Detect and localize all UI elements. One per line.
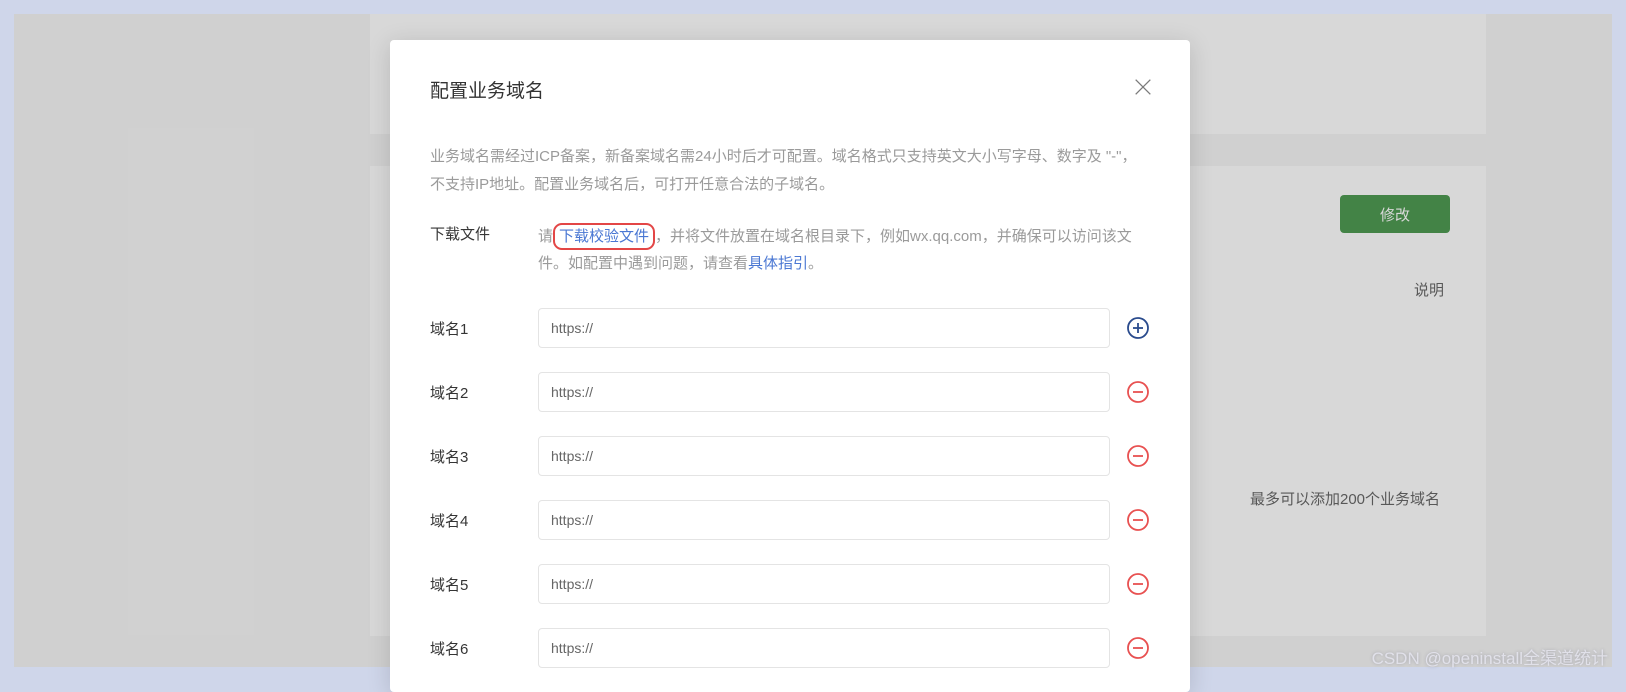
domain-row: 域名5 xyxy=(430,564,1150,604)
remove-domain-icon[interactable] xyxy=(1126,508,1150,532)
domain-input-wrap xyxy=(538,372,1150,412)
domain-input-wrap xyxy=(538,500,1150,540)
download-row: 下载文件 请下载校验文件，并将文件放置在域名根目录下，例如wx.qq.com，并… xyxy=(430,223,1150,279)
max-domain-note: 最多可以添加200个业务域名 xyxy=(1250,488,1440,509)
domain-row: 域名1 xyxy=(430,308,1150,348)
remove-domain-icon[interactable] xyxy=(1126,444,1150,468)
domain-input[interactable] xyxy=(538,436,1110,476)
remove-domain-icon[interactable] xyxy=(1126,636,1150,660)
domain-input[interactable] xyxy=(538,628,1110,668)
domain-input-wrap xyxy=(538,436,1150,476)
desc-label: 说明 xyxy=(1414,279,1444,300)
domain-row: 域名6 xyxy=(430,628,1150,668)
domain-input-wrap xyxy=(538,628,1150,668)
domain-label: 域名4 xyxy=(430,510,538,531)
domain-input-wrap xyxy=(538,308,1150,348)
domain-input-wrap xyxy=(538,564,1150,604)
domain-row: 域名3 xyxy=(430,436,1150,476)
domain-row: 域名4 xyxy=(430,500,1150,540)
download-label: 下载文件 xyxy=(430,223,538,279)
config-domain-modal: 配置业务域名 业务域名需经过ICP备案，新备案域名需24小时后才可配置。域名格式… xyxy=(390,40,1190,692)
domain-label: 域名6 xyxy=(430,638,538,659)
modify-button[interactable]: 修改 xyxy=(1340,195,1450,233)
add-domain-icon[interactable] xyxy=(1126,316,1150,340)
download-verify-file-link[interactable]: 下载校验文件 xyxy=(559,228,649,245)
domain-label: 域名5 xyxy=(430,574,538,595)
close-icon[interactable] xyxy=(1132,76,1154,98)
domain-input[interactable] xyxy=(538,500,1110,540)
remove-domain-icon[interactable] xyxy=(1126,572,1150,596)
download-text: 请下载校验文件，并将文件放置在域名根目录下，例如wx.qq.com，并确保可以访… xyxy=(538,223,1150,279)
domain-input[interactable] xyxy=(538,372,1110,412)
download-link-highlight: 下载校验文件 xyxy=(553,223,655,251)
domain-label: 域名3 xyxy=(430,446,538,467)
domain-label: 域名2 xyxy=(430,382,538,403)
remove-domain-icon[interactable] xyxy=(1126,380,1150,404)
modal-description: 业务域名需经过ICP备案，新备案域名需24小时后才可配置。域名格式只支持英文大小… xyxy=(430,143,1150,199)
domain-input[interactable] xyxy=(538,564,1110,604)
domain-input[interactable] xyxy=(538,308,1110,348)
domain-row: 域名2 xyxy=(430,372,1150,412)
domain-label: 域名1 xyxy=(430,318,538,339)
modal-title: 配置业务域名 xyxy=(430,76,1150,103)
guide-link[interactable]: 具体指引 xyxy=(748,255,808,272)
